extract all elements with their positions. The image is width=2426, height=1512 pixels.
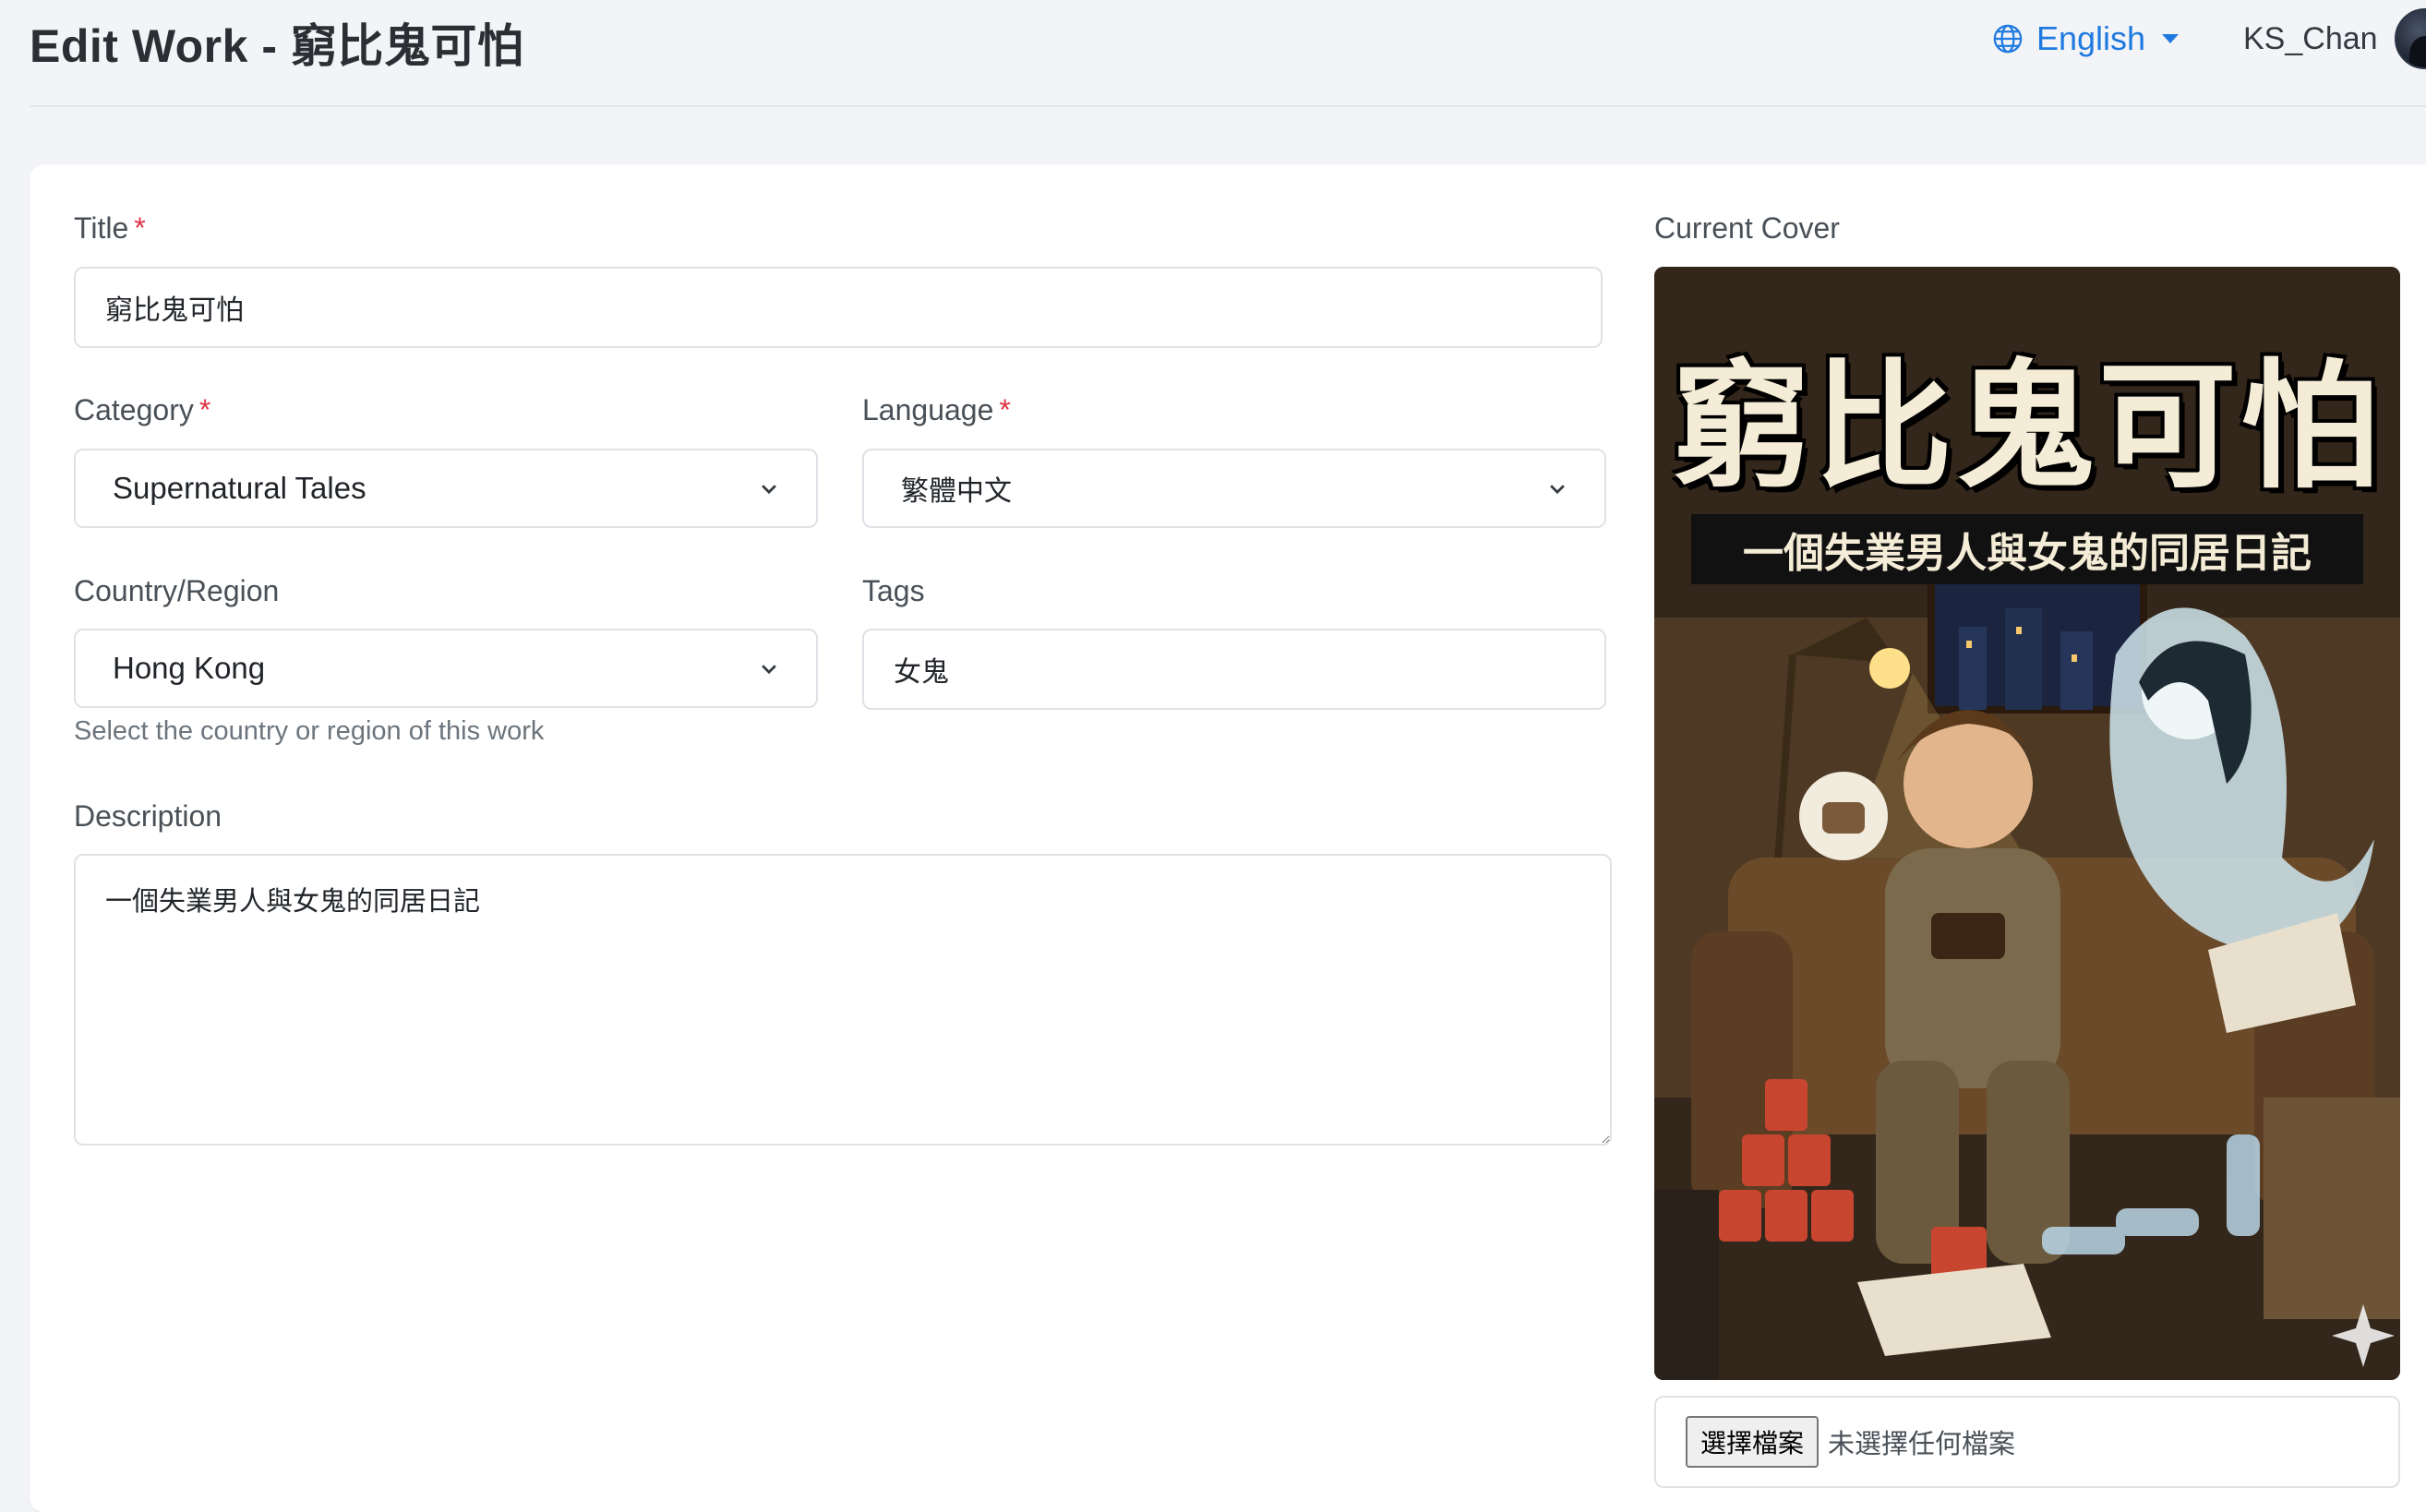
language-label: Language * [862,393,1011,427]
language-selected-value: 繁體中文 [901,475,1012,508]
tags-label: Tags [862,574,925,607]
required-mark: * [999,393,1011,426]
category-selected-value: Supernatural Tales [113,471,366,505]
required-mark: * [134,211,146,245]
chevron-down-icon [759,471,779,506]
avatar[interactable] [2394,8,2426,69]
language-label: English [2036,19,2146,57]
cover-file-input[interactable]: 選擇檔案 未選擇任何檔案 [1654,1396,2400,1488]
caret-down-icon [2162,34,2180,43]
file-status-text: 未選擇任何檔案 [1828,1428,2016,1459]
current-cover-label: Current Cover [1654,211,1840,245]
country-help-text: Select the country or region of this wor… [74,716,545,746]
title-label: Title * [74,211,146,246]
description-textarea[interactable]: 一個失業男人與女鬼的同居日記 [74,854,1612,1146]
language-select[interactable]: 繁體中文 [862,449,1606,528]
chevron-down-icon [759,651,779,686]
header-divider [30,105,2426,107]
cover-image: 窮比鬼可怕 一個失業男人與女鬼的同居日記 [1654,267,2400,1380]
cover-image-subtitle: 一個失業男人與女鬼的同居日記 [1691,514,2363,584]
country-selected-value: Hong Kong [113,651,266,685]
choose-file-button[interactable]: 選擇檔案 [1686,1416,1820,1468]
chevron-down-icon [1547,471,1567,506]
language-switcher[interactable]: English [1992,17,2180,61]
globe-icon [1992,23,2024,54]
description-label: Description [74,799,222,833]
language-label-text: Language [862,393,994,426]
tags-input[interactable] [862,629,1606,710]
country-select[interactable]: Hong Kong [74,629,818,708]
category-label-text: Category [74,393,194,426]
user-menu[interactable]: KS_Chan [2243,8,2426,69]
page-title: Edit Work - 窮比鬼可怕 [30,20,524,72]
user-name: KS_Chan [2243,20,2378,56]
category-select[interactable]: Supernatural Tales [74,449,818,528]
required-mark: * [198,393,211,426]
country-label: Country/Region [74,574,280,607]
title-label-text: Title [74,211,129,245]
category-label: Category * [74,393,210,427]
cover-image-title: 窮比鬼可怕 [1671,347,2383,508]
title-input[interactable] [74,267,1603,348]
